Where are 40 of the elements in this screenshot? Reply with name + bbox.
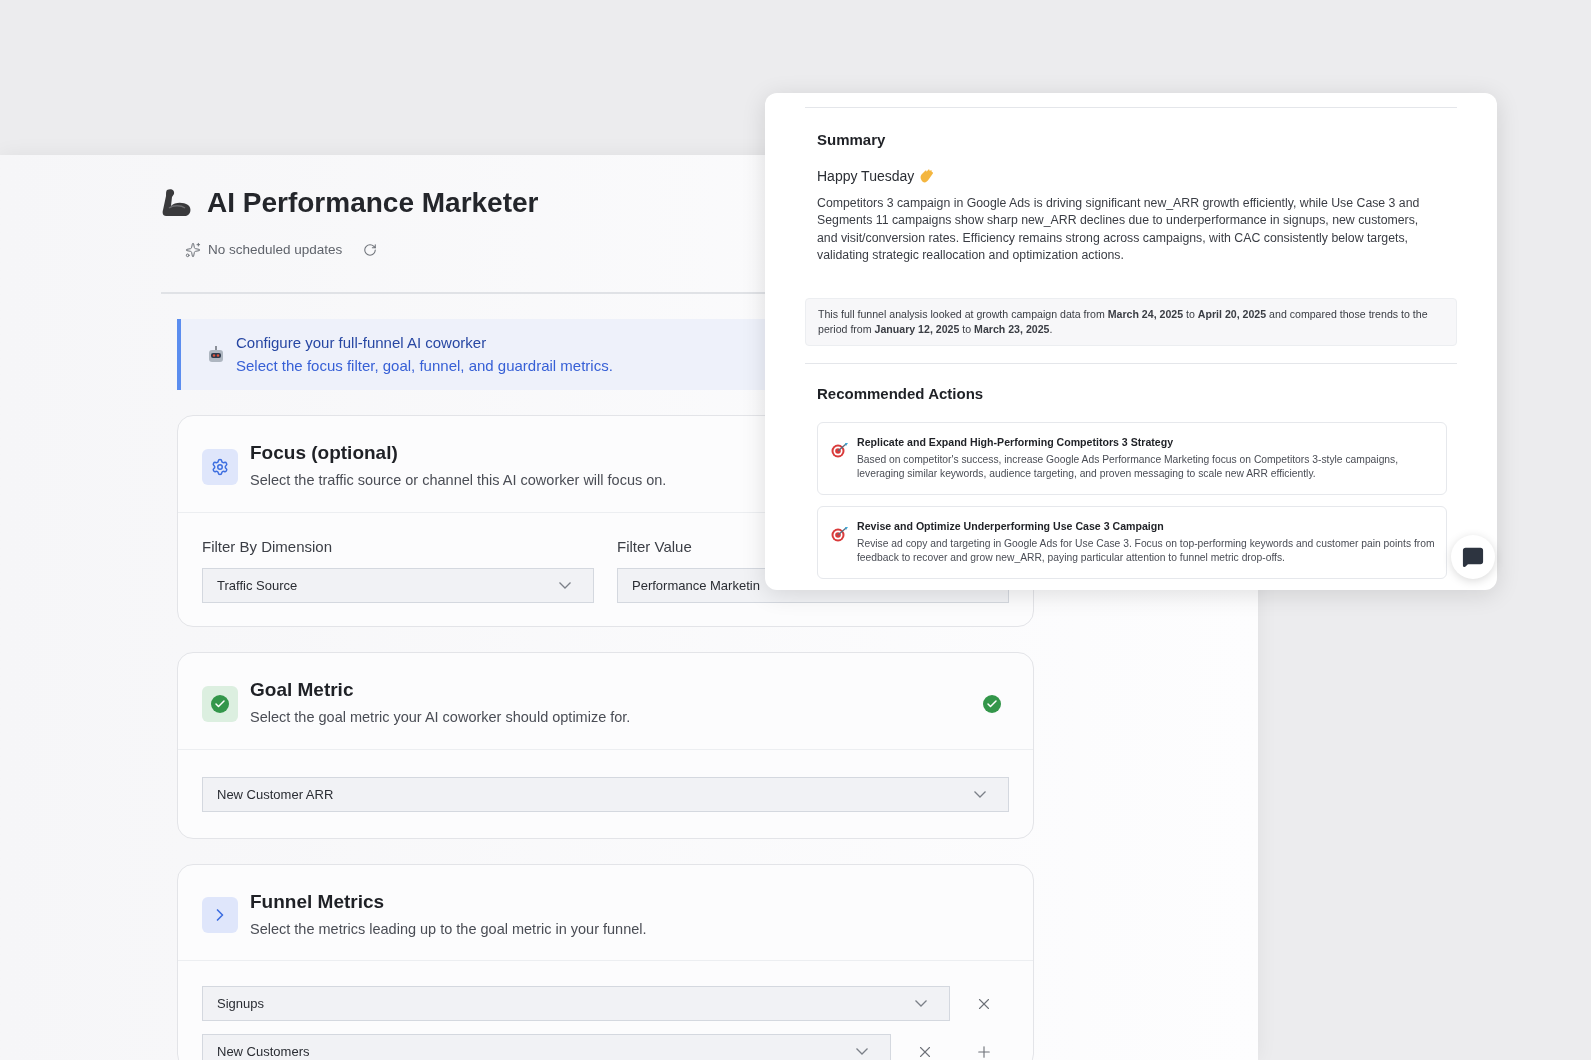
dropdown-field[interactable]: New Customer ARR — [202, 776, 1009, 812]
chevron-down-icon — [915, 1000, 927, 1008]
action-title: Revise and Optimize Underperforming Use Case 3 Campaign — [857, 518, 1165, 534]
dropdown-field[interactable]: Signups — [202, 986, 950, 1022]
dropdown-field[interactable]: Traffic Source — [202, 568, 594, 604]
page-title: AI Performance Marketer — [207, 186, 539, 220]
waving-hand-icon — [919, 168, 936, 184]
banner-title: Configure your full-funnel AI coworker — [236, 333, 488, 354]
check-icon — [202, 685, 238, 722]
actions-heading: Recommended Actions — [817, 383, 985, 404]
action-title: Replicate and Expand High-Performing Competitors 3 Strategy — [857, 435, 1175, 450]
section-title: Goal Metric — [250, 678, 354, 702]
chevron-right-icon — [202, 897, 238, 933]
chevron-down-icon — [856, 1048, 868, 1056]
section-description: Select the metrics leading up to the goal metric in your funnel. — [250, 919, 647, 939]
dropdown-field[interactable]: New Customers — [202, 1034, 891, 1060]
chevron-down-icon — [559, 582, 571, 590]
chevron-down-icon — [974, 790, 986, 798]
chat-icon — [1462, 546, 1484, 568]
greeting: Happy Tuesday — [817, 166, 915, 186]
action-text: Revise ad copy and targeting in Google Ads for Use Case 3. Focus on top-performing keywords and customer pain points from feedback to recover and grow new_ARR, paying particular attention to funnel metric drop-offs. — [857, 536, 1436, 566]
field-label: Filter By Dimension — [202, 536, 333, 557]
section-description: Select the traffic source or channel this AI coworker will focus on. — [250, 471, 667, 490]
action-text: Based on competitor's success, increase Google Ads Performance Marketing focus on Competitors 3-style campaigns, leveraging similar keywords, audience targeting, and proven messaging to scale new ARR efficiently. — [857, 452, 1400, 482]
banner-text: Select the focus filter, goal, funnel, and guardrail metrics. — [236, 355, 613, 376]
section-title: Focus (optional) — [250, 441, 398, 465]
gear-icon — [202, 448, 238, 485]
analysis-note: This full funnel analysis looked at growth campaign data from March 24, 2025 to April 20, 2025 and compared those trends to the period from January 12, 2025 to March 23, 2025. — [805, 297, 1457, 346]
summary-heading: Summary — [817, 130, 887, 150]
field-label: Filter Value — [617, 536, 692, 557]
sparkle-icon — [185, 242, 201, 259]
schedule-status: No scheduled updates — [208, 241, 343, 259]
section-description: Select the goal metric your AI coworker should optimize for. — [250, 708, 631, 727]
summary-text: Competitors 3 campaign in Google Ads is driving significant new_ARR growth efficiently, while Use Case 3 and Segments 11 campaigns show sharp new_ARR declines due to underperformance in signups, new customers, and visit/conversion rates. Efficiency remains strong across campaigns, with CAC consistently below targets, validating strategic reallocation and optimization actions. — [817, 194, 1421, 264]
robot-icon — [207, 345, 225, 364]
target-icon — [831, 442, 849, 458]
section-title: Funnel Metrics — [250, 889, 385, 914]
refresh-button[interactable] — [363, 243, 378, 258]
flexed-arm-icon — [161, 188, 193, 218]
target-icon — [831, 525, 849, 542]
